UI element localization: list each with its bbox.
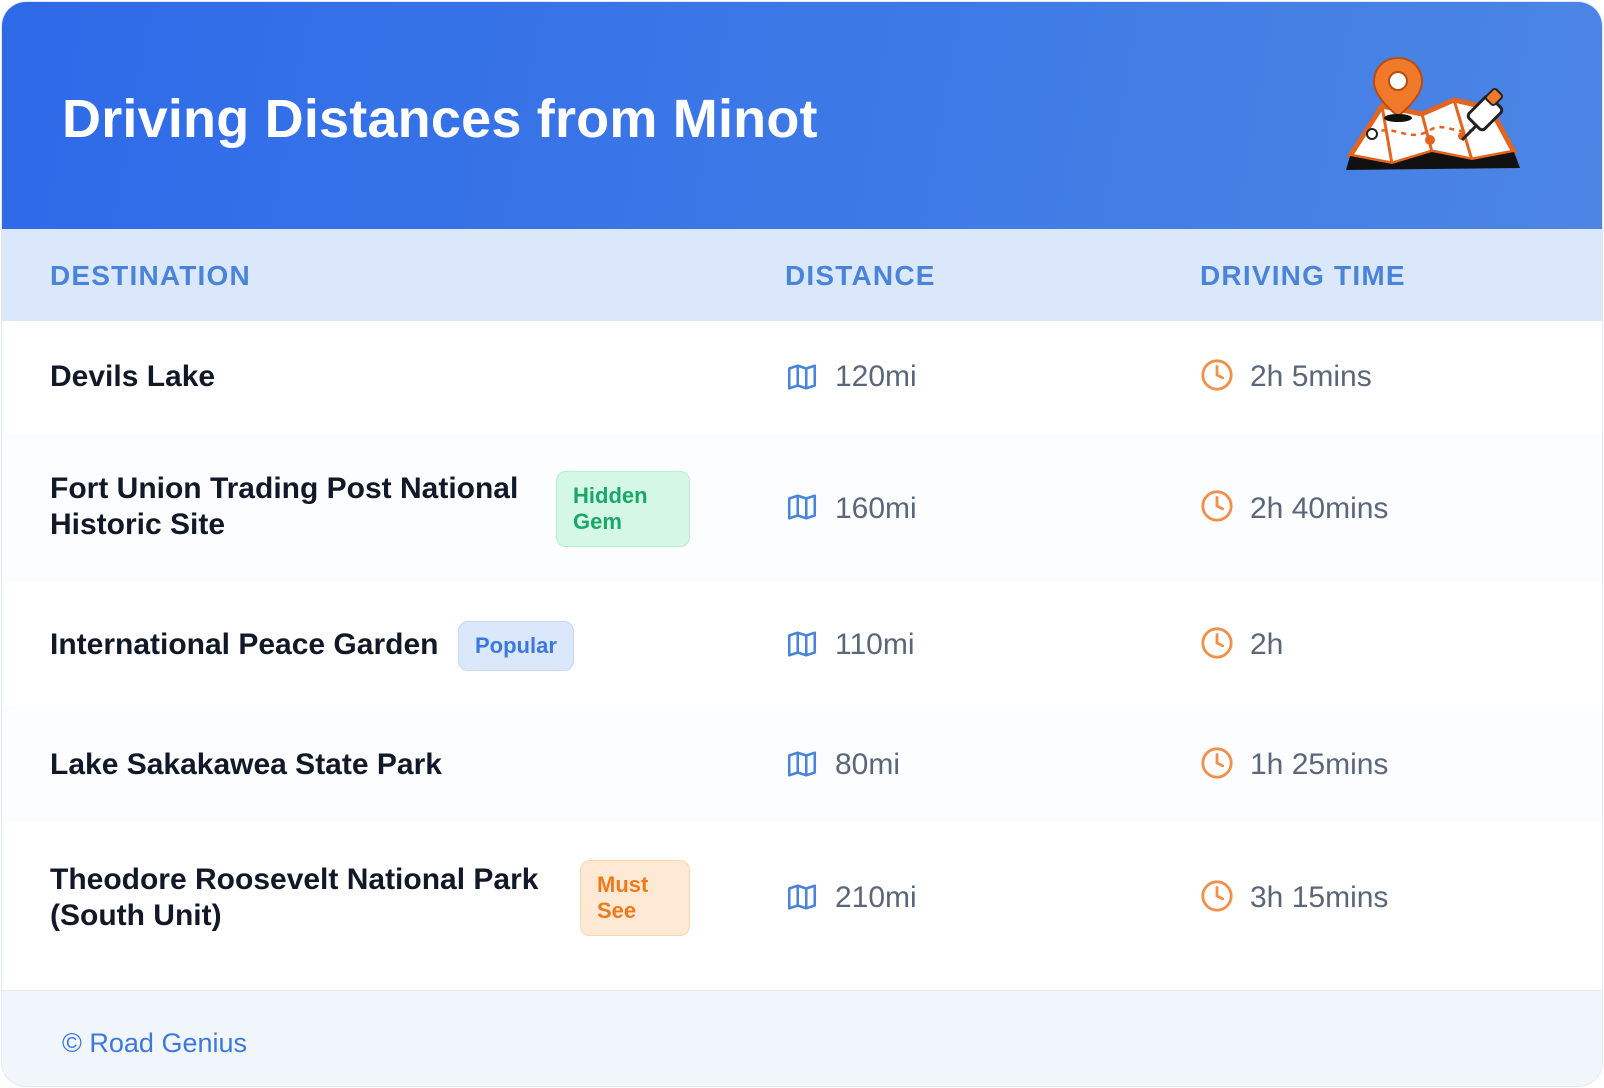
table-header: DESTINATION DISTANCE DRIVING TIME	[2, 229, 1602, 324]
distance-value: 160mi	[835, 492, 917, 525]
driving-time-value: 3h 15mins	[1250, 881, 1389, 914]
card-header: Driving Distances from Minot	[2, 2, 1602, 229]
map-icon	[787, 884, 817, 910]
driving-time-value: 2h	[1250, 628, 1284, 661]
column-header-destination: DESTINATION	[50, 260, 251, 291]
map-icon	[787, 751, 817, 777]
map-icon	[787, 494, 817, 520]
table-row: Theodore Roosevelt National Park (South …	[2, 822, 1602, 990]
destination-name: International Peace Garden	[50, 628, 439, 661]
clock-icon	[1201, 747, 1233, 779]
clock-icon	[1201, 880, 1233, 912]
driving-time-value: 2h 5mins	[1250, 360, 1372, 393]
clock-icon	[1201, 490, 1233, 522]
column-header-driving-time: DRIVING TIME	[1200, 260, 1406, 291]
must-see-badge: Must See	[580, 860, 690, 936]
table-row: Devils Lake 120mi 2h 5mins	[2, 321, 1602, 434]
distance-value: 80mi	[835, 748, 901, 781]
column-header-distance: DISTANCE	[785, 260, 936, 291]
distance-card: Driving Distances from Minot DESTINATION…	[2, 2, 1602, 1086]
destination-name: Fort Union Trading Post National Histori…	[50, 472, 519, 541]
driving-time-value: 2h 40mins	[1250, 492, 1389, 525]
destination-name: Theodore Roosevelt National Park (South …	[50, 863, 539, 932]
table-row: International Peace Garden Popular 110mi…	[2, 583, 1602, 708]
map-icon	[787, 631, 817, 657]
table-row: Lake Sakakawea State Park 80mi 1h 25mins	[2, 707, 1602, 823]
distance-value: 210mi	[835, 881, 917, 914]
map-pin-icon	[1346, 56, 1520, 170]
clock-icon	[1201, 359, 1233, 391]
card-footer: © Road Genius	[2, 990, 1602, 1086]
page-title: Driving Distances from Minot	[62, 89, 818, 149]
table-row: Fort Union Trading Post National Histori…	[2, 433, 1602, 584]
distance-value: 110mi	[835, 628, 915, 661]
distance-value: 120mi	[835, 360, 917, 393]
driving-time-value: 1h 25mins	[1250, 748, 1389, 781]
popular-badge: Popular	[458, 621, 574, 671]
clock-icon	[1201, 627, 1233, 659]
hidden-gem-badge: Hidden Gem	[556, 471, 690, 547]
footer-credit: © Road Genius	[62, 1028, 247, 1058]
map-icon	[787, 364, 817, 390]
destination-name: Devils Lake	[50, 360, 216, 393]
destination-name: Lake Sakakawea State Park	[50, 748, 442, 781]
